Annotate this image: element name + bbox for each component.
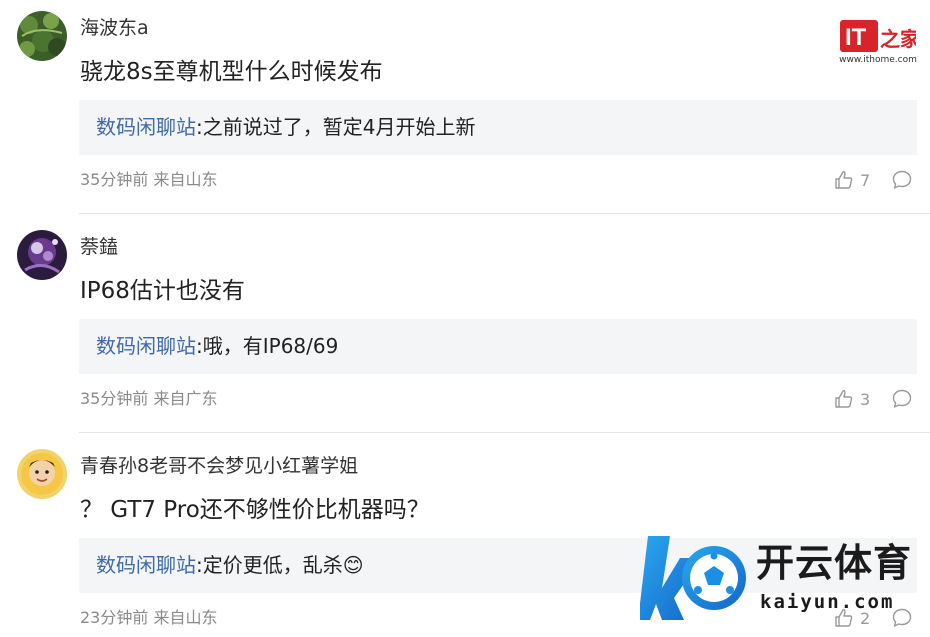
- kaiyun-brand-cn: 开云体育: [756, 541, 913, 585]
- comment-location: 来自山东: [153, 170, 218, 189]
- comment-item: 萘鎑 IP68估计也没有 数码闲聊站:哦，有IP68/69 35分钟前 来自广东…: [0, 219, 930, 432]
- reply-content: 定价更低，乱杀😊: [202, 553, 364, 577]
- reply-text: 数码闲聊站:之前说过了，暂定4月开始上新: [96, 114, 475, 140]
- comment-content: 骁龙8s至尊机型什么时候发布: [80, 59, 383, 85]
- comment-time: 35分钟前: [80, 170, 149, 189]
- like-button[interactable]: 3: [834, 388, 870, 410]
- comment-divider: [79, 432, 930, 433]
- comment-item: 海波东a 骁龙8s至尊机型什么时候发布 数码闲聊站:之前说过了，暂定4月开始上新…: [0, 0, 930, 213]
- comment-content: ？ GT7 Pro还不够性价比机器吗？: [80, 497, 430, 523]
- soccer-ball-emblem-icon: [640, 536, 746, 620]
- like-count: 7: [860, 170, 871, 190]
- speech-bubble-icon: [892, 170, 912, 189]
- comment-location: 来自山东: [153, 608, 218, 627]
- reply-text: 数码闲聊站:哦，有IP68/69: [96, 333, 338, 359]
- username[interactable]: 海波东a: [80, 16, 149, 40]
- reply-box: 数码闲聊站:哦，有IP68/69: [79, 319, 917, 374]
- comment-time: 35分钟前: [80, 389, 149, 408]
- reply-button[interactable]: [891, 169, 913, 191]
- like-button[interactable]: 7: [834, 169, 870, 191]
- avatar[interactable]: [17, 11, 67, 61]
- speech-bubble-icon: [892, 389, 912, 408]
- comment-divider: [79, 213, 930, 214]
- comment-time: 23分钟前: [80, 608, 149, 627]
- kaiyun-brand-en: kaiyun.com: [760, 591, 895, 613]
- comment-location: 来自广东: [153, 389, 218, 408]
- like-count: 3: [860, 389, 871, 409]
- reply-button[interactable]: [891, 388, 913, 410]
- reply-text: 数码闲聊站:定价更低，乱杀😊: [96, 552, 364, 578]
- avatar[interactable]: [17, 230, 67, 280]
- reply-author[interactable]: 数码闲聊站: [96, 553, 196, 577]
- comment-content: IP68估计也没有: [80, 278, 245, 304]
- thumbs-up-icon: [835, 390, 853, 408]
- username[interactable]: 青春孙8老哥不会梦见小红薯学姐: [80, 454, 358, 478]
- reply-separator: :: [196, 115, 203, 139]
- comment-meta: 23分钟前 来自山东: [80, 608, 217, 628]
- username[interactable]: 萘鎑: [80, 235, 118, 259]
- comment-meta: 35分钟前 来自山东: [80, 170, 217, 190]
- reply-separator: :: [196, 553, 203, 577]
- reply-separator: :: [196, 334, 203, 358]
- avatar[interactable]: [17, 449, 67, 499]
- reply-content: 哦，有IP68/69: [202, 334, 339, 358]
- thumbs-up-icon: [835, 171, 853, 189]
- reply-author[interactable]: 数码闲聊站: [96, 115, 196, 139]
- kaiyun-watermark: 开云体育 kaiyun.com: [640, 528, 925, 623]
- reply-author[interactable]: 数码闲聊站: [96, 334, 196, 358]
- reply-box: 数码闲聊站:之前说过了，暂定4月开始上新: [79, 100, 917, 155]
- comment-meta: 35分钟前 来自广东: [80, 389, 217, 409]
- reply-content: 之前说过了，暂定4月开始上新: [202, 115, 476, 139]
